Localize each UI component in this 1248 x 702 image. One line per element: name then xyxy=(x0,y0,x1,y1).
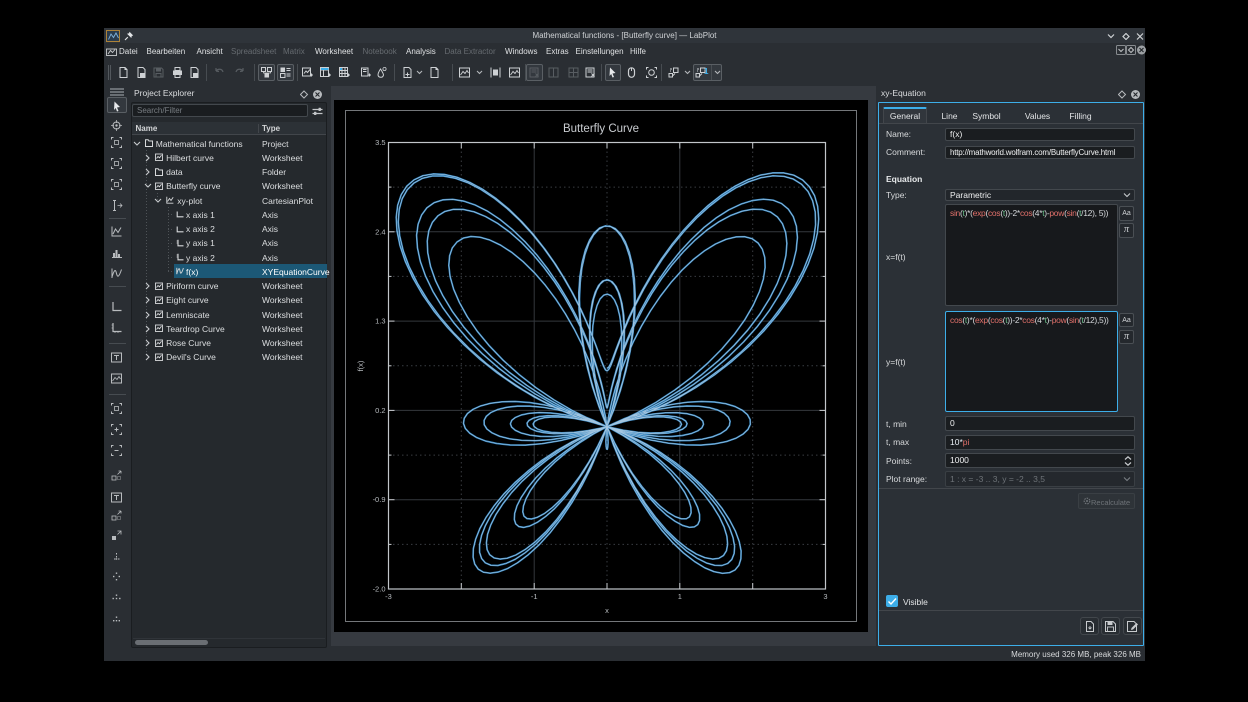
svg-text:2.4: 2.4 xyxy=(375,227,385,236)
svg-text:1: 1 xyxy=(678,592,682,601)
svg-text:-0.9: -0.9 xyxy=(373,495,386,504)
svg-text:-1: -1 xyxy=(531,592,538,601)
svg-text:x: x xyxy=(605,606,609,615)
svg-text:-2.0: -2.0 xyxy=(373,585,386,594)
svg-text:3.5: 3.5 xyxy=(375,138,385,147)
svg-text:0.2: 0.2 xyxy=(375,406,385,415)
svg-text:-3: -3 xyxy=(385,592,392,601)
svg-text:Butterfly Curve: Butterfly Curve xyxy=(563,123,639,135)
svg-text:3: 3 xyxy=(823,592,827,601)
svg-text:f(x): f(x) xyxy=(356,360,365,371)
svg-text:1.3: 1.3 xyxy=(375,317,385,326)
